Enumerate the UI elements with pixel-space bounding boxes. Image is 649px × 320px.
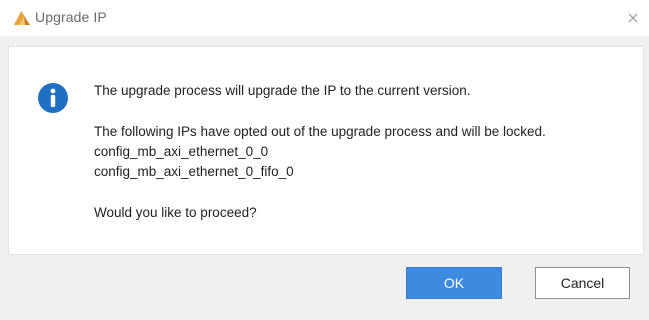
vivado-logo-icon [13,10,31,26]
locked-ip-item: config_mb_axi_ethernet_0_fifo_0 [94,164,294,179]
title-bar[interactable]: Upgrade IP [0,0,649,36]
message-line-2: The following IPs have opted out of the … [94,124,546,139]
button-bar: OK Cancel [0,255,649,320]
upgrade-ip-dialog: Upgrade IP The upgrade process will upgr… [0,0,649,320]
info-icon [37,82,69,114]
cancel-button[interactable]: Cancel [535,267,630,299]
message-line-1: The upgrade process will upgrade the IP … [94,83,471,98]
proceed-question: Would you like to proceed? [94,205,257,220]
message-panel: The upgrade process will upgrade the IP … [8,46,644,255]
ok-button[interactable]: OK [406,267,502,299]
close-icon[interactable] [623,8,643,28]
locked-ip-item: config_mb_axi_ethernet_0_0 [94,144,269,159]
dialog-title: Upgrade IP [35,9,107,25]
